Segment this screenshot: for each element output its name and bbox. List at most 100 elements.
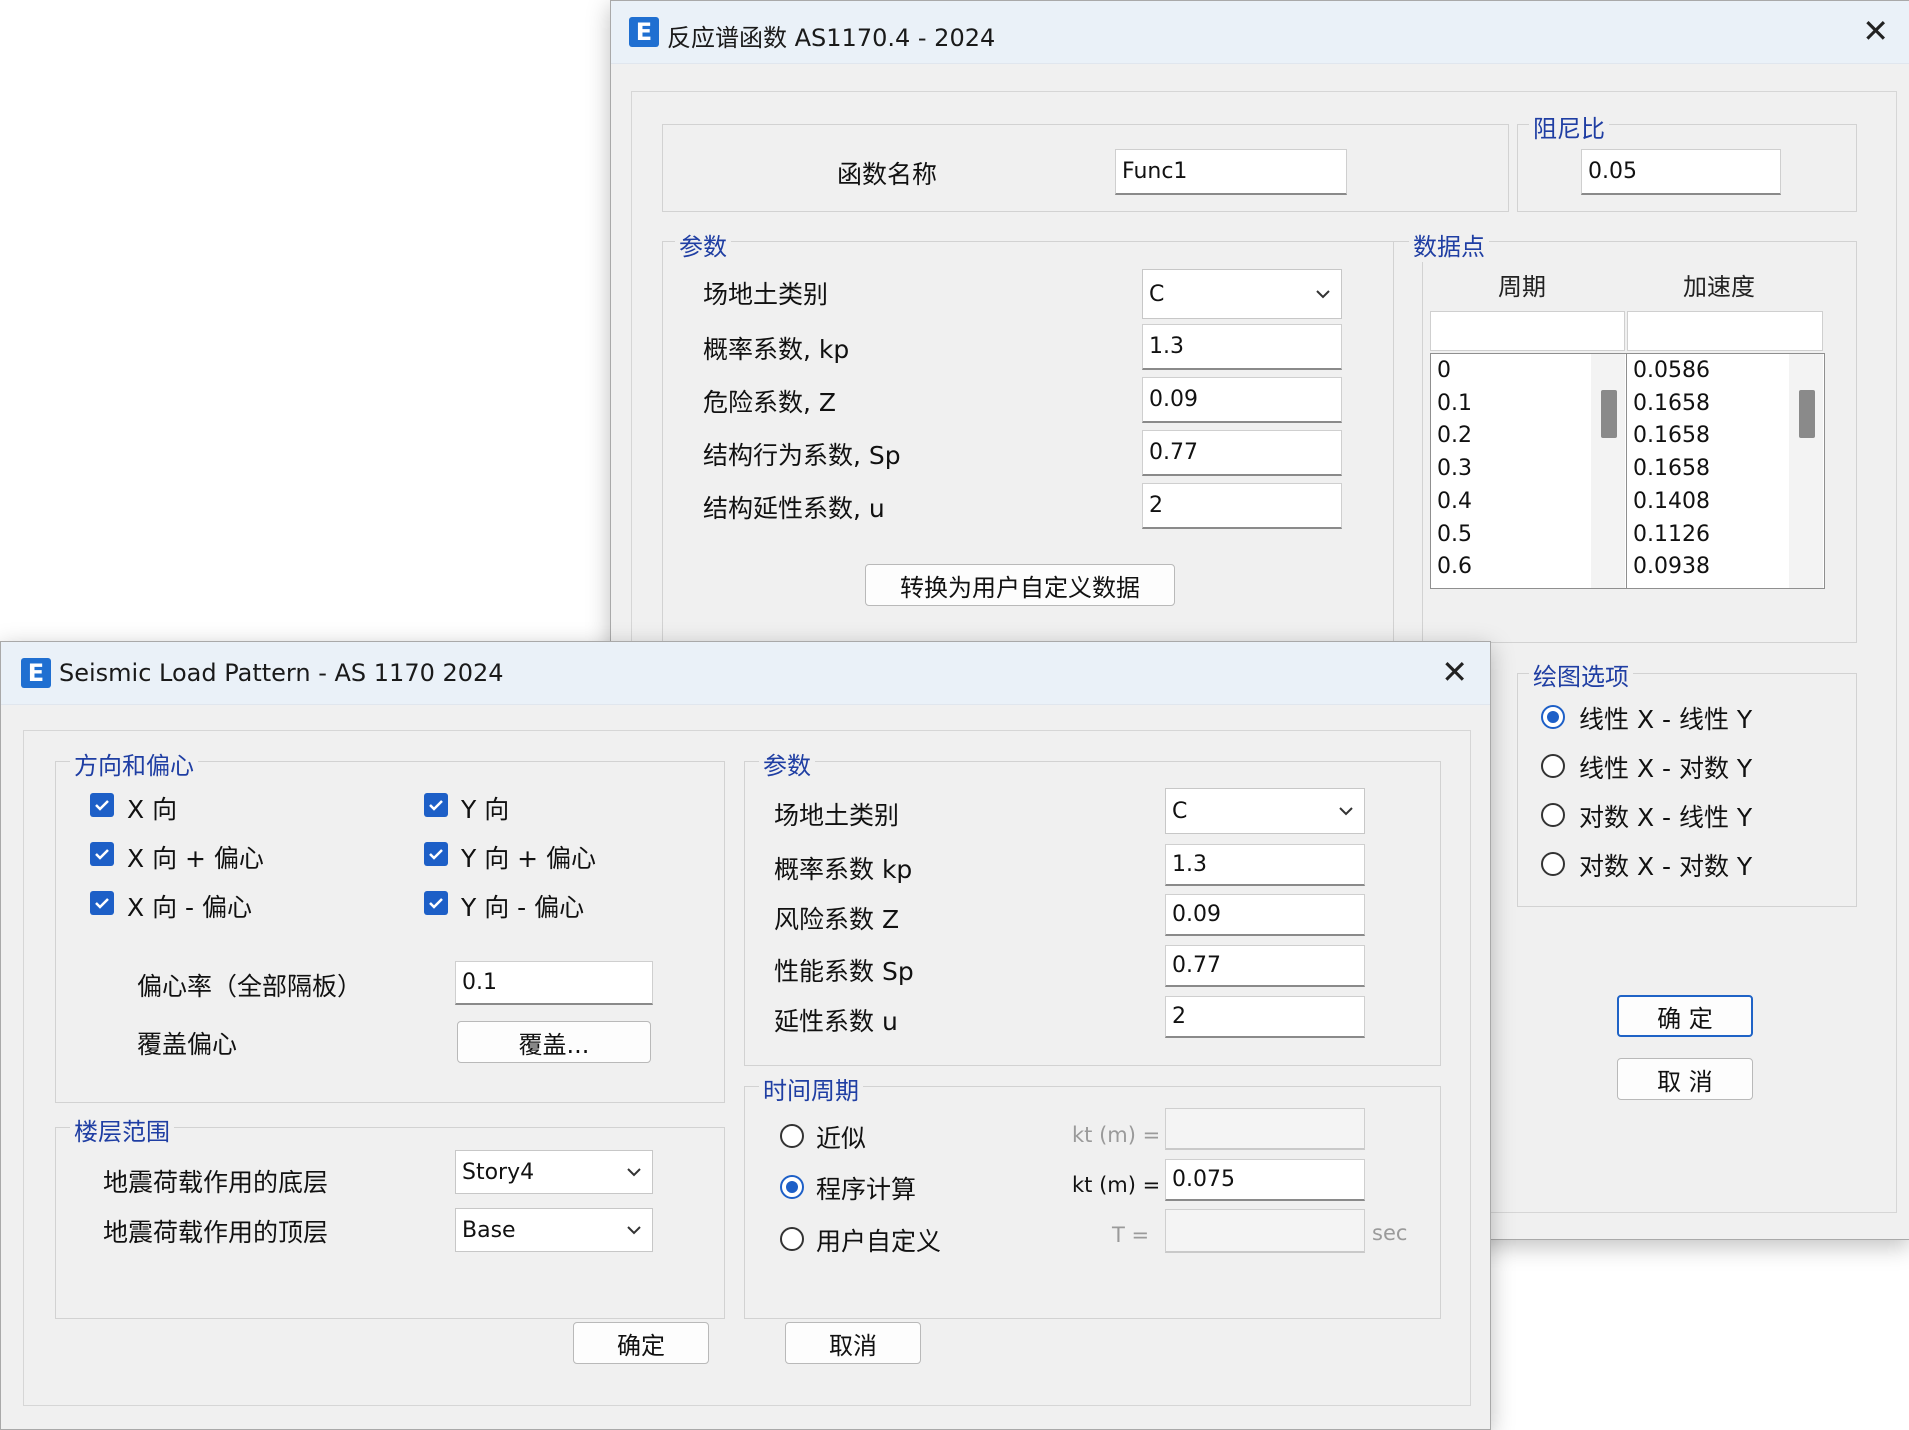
checkmark-icon	[95, 898, 109, 909]
rs-sp-input[interactable]: 0.77	[1142, 430, 1342, 476]
slp-close-icon[interactable]: ✕	[1441, 656, 1468, 688]
func-name-label: 函数名称	[837, 160, 938, 189]
rs-sp-label: 结构行为系数, Sp	[703, 441, 901, 470]
rs-close-icon[interactable]: ✕	[1862, 15, 1889, 47]
plot-option-radio[interactable]	[1541, 754, 1565, 778]
plot-option-label[interactable]: 对数 X - 线性 Y	[1579, 798, 1752, 834]
damping-input[interactable]: 0.05	[1581, 149, 1781, 195]
x-minus-ecc-label[interactable]: X 向 - 偏心	[127, 888, 252, 924]
slp-kp-input[interactable]: 1.3	[1165, 844, 1365, 886]
kt-label: kt (m) =	[1072, 1173, 1161, 1197]
approx-label[interactable]: 近似	[816, 1119, 866, 1155]
accel-listbox[interactable]: 0.0586 0.1658 0.1658 0.1658 0.1408 0.1126 0.09…	[1626, 353, 1825, 589]
rs-site-class-value: C	[1149, 281, 1165, 307]
plot-option-radio[interactable]	[1541, 705, 1565, 729]
plot-option-label[interactable]: 线性 X - 对数 Y	[1579, 749, 1752, 785]
period-list-item[interactable]: 0.1	[1437, 391, 1472, 416]
period-new-entry-input[interactable]	[1430, 311, 1625, 351]
override-ecc-label: 覆盖偏心	[137, 1030, 238, 1059]
checkmark-icon	[95, 849, 109, 860]
period-listbox[interactable]: 0 0.1 0.2 0.3 0.4 0.5 0.6	[1430, 353, 1627, 589]
period-list-item[interactable]: 0.2	[1437, 423, 1472, 448]
x-plus-ecc-checkbox[interactable]	[90, 842, 114, 866]
rs-ok-button[interactable]: 确 定	[1617, 995, 1753, 1037]
accel-scrollbar[interactable]	[1789, 354, 1823, 588]
slp-site-class-value: C	[1172, 798, 1188, 824]
program-kt-input[interactable]: 0.075	[1165, 1159, 1365, 1201]
rs-kp-input[interactable]: 1.3	[1142, 324, 1342, 370]
rs-z-input[interactable]: 0.09	[1142, 377, 1342, 423]
rs-kp-label: 概率系数, kp	[703, 335, 850, 364]
y-dir-checkbox[interactable]	[424, 793, 448, 817]
bottom-story-select[interactable]: Story4	[455, 1150, 653, 1194]
accel-list-item[interactable]: 0.1126	[1633, 522, 1710, 547]
override-button[interactable]: 覆盖...	[457, 1021, 651, 1063]
y-minus-ecc-label[interactable]: Y 向 - 偏心	[461, 888, 584, 924]
accel-scroll-thumb[interactable]	[1799, 390, 1815, 438]
top-story-select[interactable]: Base	[455, 1208, 653, 1252]
convert-user-defined-button[interactable]: 转换为用户自定义数据	[865, 564, 1175, 606]
slp-ok-button[interactable]: 确定	[573, 1322, 709, 1364]
period-list-item[interactable]: 0	[1437, 358, 1451, 383]
plot-option-radio[interactable]	[1541, 803, 1565, 827]
approx-radio[interactable]	[780, 1124, 804, 1148]
datapoints-title: 数据点	[1409, 227, 1489, 262]
rs-func-name-group	[662, 124, 1509, 212]
x-minus-ecc-checkbox[interactable]	[90, 891, 114, 915]
slp-z-label: 风险系数 Z	[774, 905, 900, 934]
bottom-story-value: Story4	[462, 1159, 535, 1185]
slp-u-input[interactable]: 2	[1165, 996, 1365, 1038]
period-list-item[interactable]: 0.6	[1437, 554, 1472, 579]
rs-u-input[interactable]: 2	[1142, 483, 1342, 529]
plot-options-title: 绘图选项	[1529, 657, 1633, 692]
period-list-item[interactable]: 0.3	[1437, 456, 1472, 481]
user-defined-label[interactable]: 用户自定义	[816, 1222, 941, 1258]
chevron-down-icon	[627, 1226, 641, 1235]
accel-list-item[interactable]: 0.1658	[1633, 391, 1710, 416]
slp-sp-input[interactable]: 0.77	[1165, 945, 1365, 987]
period-scrollbar[interactable]	[1591, 354, 1625, 588]
plot-option-label[interactable]: 对数 X - 对数 Y	[1579, 847, 1752, 883]
rs-u-label: 结构延性系数, u	[703, 494, 885, 523]
y-plus-ecc-label[interactable]: Y 向 + 偏心	[461, 839, 596, 875]
accel-new-entry-input[interactable]	[1627, 311, 1823, 351]
eccentricity-input[interactable]: 0.1	[455, 961, 653, 1005]
y-dir-label[interactable]: Y 向	[461, 790, 509, 826]
approx-kt-input[interactable]	[1165, 1108, 1365, 1150]
user-defined-radio[interactable]	[780, 1227, 804, 1251]
t-label: T =	[1112, 1223, 1150, 1247]
user-t-input[interactable]	[1165, 1209, 1365, 1253]
period-scroll-thumb[interactable]	[1601, 390, 1617, 438]
slp-z-input[interactable]: 0.09	[1165, 894, 1365, 936]
y-minus-ecc-checkbox[interactable]	[424, 891, 448, 915]
direction-title: 方向和偏心	[70, 746, 198, 781]
accel-list-item[interactable]: 0.0586	[1633, 358, 1710, 383]
period-list-item[interactable]: 0.5	[1437, 522, 1472, 547]
slp-site-class-select[interactable]: C	[1165, 788, 1365, 834]
slp-titlebar[interactable]: E Seismic Load Pattern - AS 1170 2024 ✕	[1, 642, 1490, 705]
rs-titlebar[interactable]: E 反应谱函数 AS1170.4 - 2024 ✕	[611, 1, 1909, 64]
checkmark-icon	[429, 849, 443, 860]
func-name-input[interactable]: Func1	[1115, 149, 1347, 195]
program-calc-radio[interactable]	[780, 1175, 804, 1199]
slp-u-label: 延性系数 u	[774, 1007, 898, 1036]
x-plus-ecc-label[interactable]: X 向 + 偏心	[127, 839, 264, 875]
x-dir-checkbox[interactable]	[90, 793, 114, 817]
kt-label-disabled: kt (m) =	[1072, 1123, 1161, 1147]
accel-list-item[interactable]: 0.0938	[1633, 554, 1710, 579]
y-plus-ecc-checkbox[interactable]	[424, 842, 448, 866]
plot-option-label[interactable]: 线性 X - 线性 Y	[1579, 700, 1752, 736]
accel-list-item[interactable]: 0.1408	[1633, 489, 1710, 514]
period-column-header: 周期	[1498, 273, 1546, 301]
rs-site-class-select[interactable]: C	[1142, 269, 1342, 319]
program-calc-label[interactable]: 程序计算	[816, 1170, 916, 1206]
accel-list-item[interactable]: 0.1658	[1633, 423, 1710, 448]
rs-cancel-button[interactable]: 取 消	[1617, 1058, 1753, 1100]
period-list-item[interactable]: 0.4	[1437, 489, 1472, 514]
slp-cancel-button[interactable]: 取消	[785, 1322, 921, 1364]
slp-window-title: Seismic Load Pattern - AS 1170 2024	[59, 659, 504, 687]
x-dir-label[interactable]: X 向	[127, 790, 177, 826]
accel-list-item[interactable]: 0.1658	[1633, 456, 1710, 481]
plot-option-radio[interactable]	[1541, 852, 1565, 876]
app-logo-icon: E	[629, 17, 659, 47]
